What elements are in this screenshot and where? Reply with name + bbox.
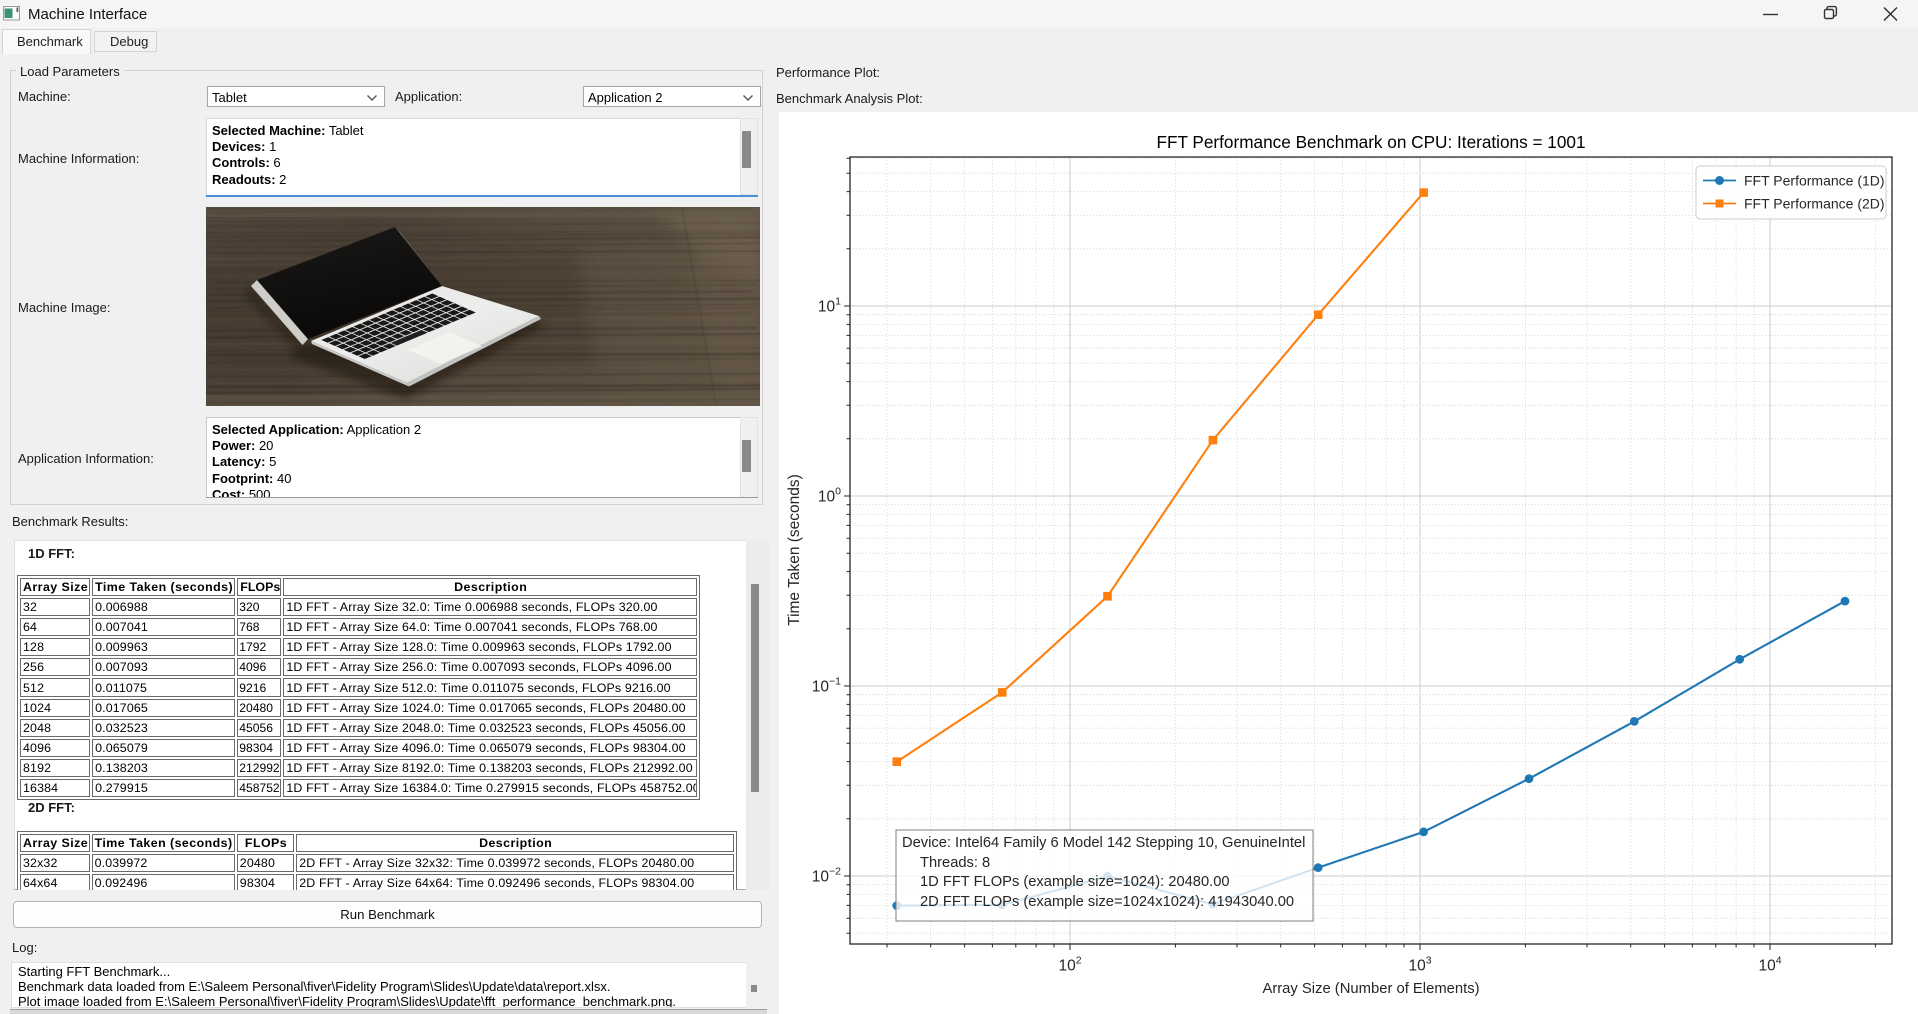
svg-text:102: 102 bbox=[1058, 955, 1081, 975]
svg-text:100: 100 bbox=[818, 486, 841, 506]
svg-text:Threads: 8: Threads: 8 bbox=[920, 855, 990, 871]
svg-text:103: 103 bbox=[1408, 955, 1431, 975]
svg-text:101: 101 bbox=[818, 296, 841, 316]
svg-text:10−1: 10−1 bbox=[812, 676, 841, 696]
svg-text:2D FFT FLOPs (example size=102: 2D FFT FLOPs (example size=1024x1024): 4… bbox=[920, 894, 1294, 910]
svg-text:FFT Performance (2D): FFT Performance (2D) bbox=[1744, 196, 1885, 212]
svg-text:FFT Performance Benchmark on C: FFT Performance Benchmark on CPU: Iterat… bbox=[1156, 132, 1585, 152]
svg-text:Array Size (Number of Elements: Array Size (Number of Elements) bbox=[1262, 981, 1479, 997]
svg-text:Time Taken (seconds): Time Taken (seconds) bbox=[786, 474, 803, 626]
svg-text:Device: Intel64 Family 6 Model: Device: Intel64 Family 6 Model 142 Stepp… bbox=[902, 835, 1305, 851]
svg-text:1D FFT FLOPs (example size=102: 1D FFT FLOPs (example size=1024): 20480.… bbox=[920, 874, 1230, 890]
svg-text:10−2: 10−2 bbox=[812, 866, 841, 886]
svg-text:FFT Performance (1D): FFT Performance (1D) bbox=[1744, 173, 1885, 189]
svg-text:104: 104 bbox=[1758, 955, 1781, 975]
